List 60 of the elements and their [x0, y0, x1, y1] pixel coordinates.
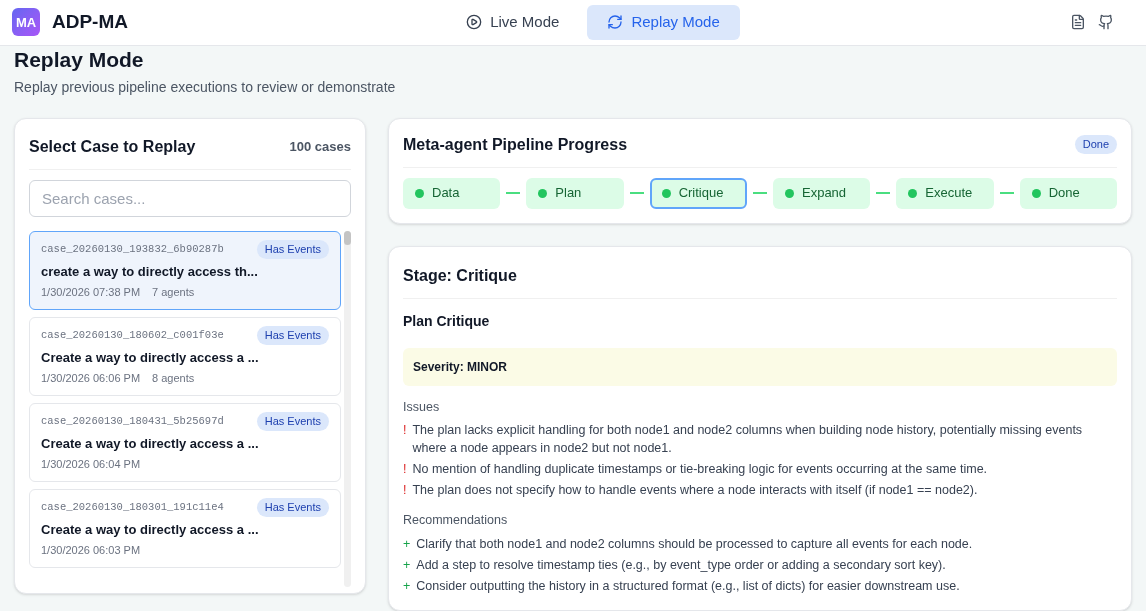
search-field[interactable]: Search cases... — [29, 179, 351, 217]
app-name: ADP-MA — [52, 10, 128, 34]
stage-step[interactable]: Plan — [526, 177, 624, 209]
agent-count: 8 agents — [152, 370, 195, 386]
stage-step[interactable]: Expand — [773, 177, 871, 209]
case-id: case_20260130_180301_191c11e4 — [41, 499, 224, 515]
case-time: 1/30/2026 06:04 PM — [41, 456, 141, 472]
document-icon[interactable] — [1070, 14, 1086, 31]
case-time: 1/30/2026 07:38 PM — [41, 284, 141, 300]
case-title: create a way to directly access th... — [41, 262, 259, 280]
list-item-text: Add a step to resolve timestamp ties (e.g., by event_type order or adding a secondary sort key). — [416, 557, 946, 574]
stage-step[interactable]: Critique — [649, 177, 747, 209]
bullet-mark: + — [403, 578, 411, 595]
case-card[interactable]: case_20260130_180431_5b25697d Has Events Create a way to directly access a ... 1/30/2026 06:04 PM — [29, 402, 341, 482]
severity-banner: Severity: MINOR — [403, 347, 1117, 386]
section-title: Plan Critique — [403, 311, 491, 331]
list-item-text: The plan lacks explicit handling for both node1 and node2 columns when building node history, potentially missing events where a node appears in node2 but not node1. — [412, 422, 1084, 458]
list-item-text: The plan does not specify how to handle events where a node interacts with itself (if node1 == node2). — [412, 482, 978, 500]
case-id: case_20260130_180431_5b25697d — [41, 413, 224, 429]
events-badge: Has Events — [256, 239, 329, 259]
bullet-mark: + — [403, 557, 411, 574]
bullet-mark: ! — [403, 461, 407, 479]
list-heading: Recommendations — [403, 512, 509, 530]
case-time: 1/30/2026 06:06 PM — [41, 370, 141, 386]
bullet-mark: + — [403, 536, 411, 553]
github-icon[interactable] — [1098, 14, 1114, 31]
bullet-mark: ! — [403, 422, 407, 440]
stage-step[interactable]: Data — [403, 177, 501, 209]
list-item-text: Consider outputting the history in a structured format (e.g., list of dicts) for easier downstream use. — [416, 578, 960, 595]
panel-title: Meta-agent Pipeline Progress — [403, 134, 628, 155]
stage-title: Stage: Critique — [403, 263, 1117, 299]
case-card[interactable]: case_20260130_180602_c001f03e Has Events Create a way to directly access a ... 1/30/2026 06:06 PM 8 agents — [29, 316, 341, 396]
panel-title: Select Case to Replay — [29, 136, 196, 157]
agent-count: 7 agents — [152, 284, 195, 300]
list-item-text: No mention of handling duplicate timestamps or tie-breaking logic for events occurring at the same time. — [412, 461, 988, 479]
case-id: case_20260130_193832_6b90287b — [41, 241, 224, 257]
refresh-icon — [607, 14, 624, 31]
case-title: Create a way to directly access a ... — [41, 348, 260, 366]
mode-tab[interactable]: Replay Mode — [587, 4, 740, 40]
case-id: case_20260130_180602_c001f03e — [41, 327, 224, 343]
stage-step[interactable]: Done — [1019, 177, 1117, 209]
page-title: Replay Mode — [14, 46, 145, 73]
page-subtitle: Replay previous pipeline executions to review or demonstrate — [14, 77, 397, 97]
case-card[interactable]: case_20260130_193832_6b90287b Has Events create a way to directly access th... 1/30/2026 07:38 PM 7 agents — [29, 230, 341, 310]
case-card[interactable]: case_20260130_180301_191c11e4 Has Events Create a way to directly access a ... 1/30/2026 06:03 PM — [29, 488, 341, 568]
play-icon — [466, 14, 483, 31]
case-time: 1/30/2026 06:03 PM — [41, 542, 141, 558]
case-title: Create a way to directly access a ... — [41, 520, 260, 538]
status-badge: Done — [1074, 135, 1117, 154]
app-logo: MA — [12, 8, 40, 37]
events-badge: Has Events — [256, 325, 329, 345]
events-badge: Has Events — [256, 411, 329, 431]
bullet-mark: ! — [403, 482, 407, 500]
events-badge: Has Events — [256, 497, 329, 517]
list-item-text: Clarify that both node1 and node2 columns should be processed to capture all events for each node. — [416, 536, 973, 553]
case-title: Create a way to directly access a ... — [41, 434, 260, 452]
stage-step[interactable]: Execute — [896, 177, 994, 209]
case-count: 100 cases — [289, 137, 351, 156]
list-heading: Issues — [403, 398, 441, 416]
mode-tab[interactable]: Live Mode — [446, 4, 580, 40]
